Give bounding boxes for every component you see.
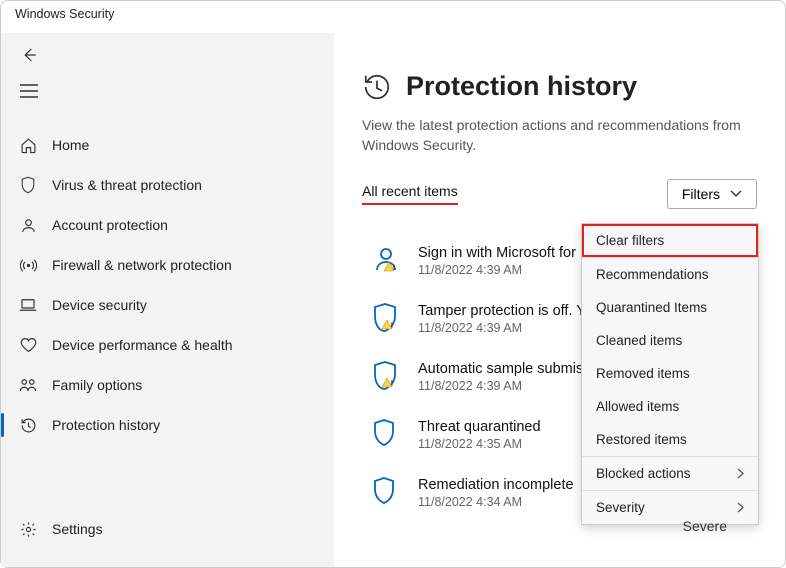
item-title: Automatic sample submis [418,361,583,377]
main-content: Protection history View the latest prote… [334,33,785,567]
menu-cleaned[interactable]: Cleaned items [582,324,758,357]
hamburger-button[interactable] [11,73,59,109]
shield-warning-icon [372,361,400,389]
shield-icon [372,477,400,505]
severity-label: Severe [683,518,727,534]
item-date: 11/8/2022 4:39 AM [418,321,586,335]
item-date: 11/8/2022 4:39 AM [418,379,583,393]
chevron-right-icon [737,502,744,513]
account-icon [19,216,37,234]
history-icon-large [362,72,392,102]
heart-icon [19,336,37,354]
sidebar-item-home[interactable]: Home [1,125,334,165]
filters-button[interactable]: Filters [667,179,757,209]
chevron-down-icon [730,190,742,198]
item-title: Tamper protection is off. Y [418,303,586,319]
menu-label: Blocked actions [596,466,691,481]
page-subtitle: View the latest protection actions and r… [362,116,742,155]
account-warning-icon [372,245,400,273]
sidebar-item-label: Family options [52,377,142,393]
item-date: 11/8/2022 4:34 AM [418,495,574,509]
menu-removed[interactable]: Removed items [582,357,758,390]
sidebar-item-label: Device performance & health [52,337,233,353]
sidebar-item-device-security[interactable]: Device security [1,285,334,325]
sidebar-item-family[interactable]: Family options [1,365,334,405]
sidebar-item-account[interactable]: Account protection [1,205,334,245]
chevron-right-icon [737,468,744,479]
menu-clear-filters[interactable]: Clear filters [582,224,758,257]
laptop-icon [19,296,37,314]
menu-restored[interactable]: Restored items [582,423,758,456]
sidebar-item-label: Firewall & network protection [52,257,232,273]
item-date: 11/8/2022 4:39 AM [418,263,576,277]
menu-quarantined[interactable]: Quarantined Items [582,291,758,324]
sidebar-item-virus[interactable]: Virus & threat protection [1,165,334,205]
history-icon [19,416,37,434]
page-title: Protection history [406,71,637,102]
item-title: Sign in with Microsoft for [418,245,576,261]
sidebar-item-firewall[interactable]: Firewall & network protection [1,245,334,285]
filters-dropdown: Clear filters Recommendations Quarantine… [581,223,759,525]
window-title: Windows Security [1,1,785,33]
item-title: Remediation incomplete [418,477,574,493]
sidebar-item-label: Account protection [52,217,168,233]
filters-label: Filters [682,186,720,202]
family-icon [19,376,37,394]
sidebar-item-label: Protection history [52,417,160,433]
sidebar-item-label: Home [52,137,89,153]
menu-severity[interactable]: Severity [582,491,758,524]
shield-icon [372,419,400,447]
sidebar-item-label: Device security [52,297,147,313]
sidebar: Home Virus & threat protection Account p… [1,33,334,567]
menu-recommendations[interactable]: Recommendations [582,258,758,291]
menu-allowed[interactable]: Allowed items [582,390,758,423]
shield-icon [19,176,37,194]
sidebar-item-settings[interactable]: Settings [1,509,334,549]
gear-icon [19,520,37,538]
back-button[interactable] [11,37,59,73]
item-date: 11/8/2022 4:35 AM [418,437,541,451]
shield-warning-icon [372,303,400,331]
sidebar-item-history[interactable]: Protection history [1,405,334,445]
antenna-icon [19,256,37,274]
all-recent-link[interactable]: All recent items [362,183,458,205]
menu-blocked-actions[interactable]: Blocked actions [582,457,758,490]
sidebar-item-label: Settings [52,521,103,537]
sidebar-item-performance[interactable]: Device performance & health [1,325,334,365]
sidebar-item-label: Virus & threat protection [52,177,202,193]
item-title: Threat quarantined [418,419,541,435]
home-icon [19,136,37,154]
menu-label: Severity [596,500,645,515]
